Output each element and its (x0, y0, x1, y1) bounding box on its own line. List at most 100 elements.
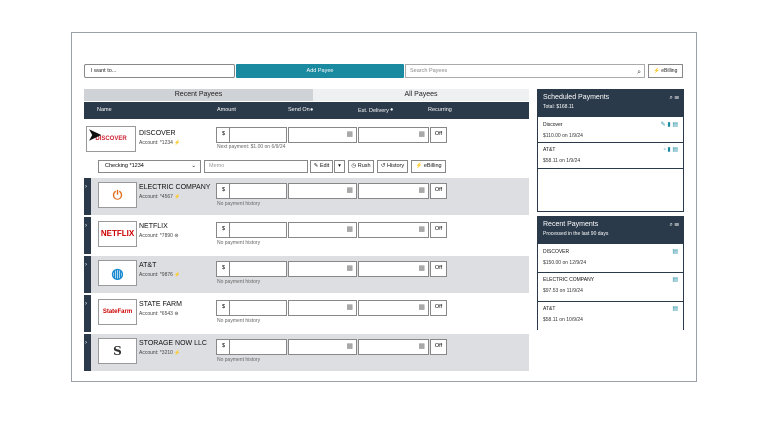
edit-button[interactable]: ✎ Edit (310, 160, 333, 173)
row-expand-bar[interactable]: › (84, 217, 91, 254)
recurring-toggle[interactable]: Off (430, 300, 447, 316)
scheduled-item[interactable]: Discover $110.00 on 1/9/24 ✎ ▮ ▤ (538, 118, 683, 143)
edit-delete-icons[interactable]: ✎ ▮ ▤ (661, 121, 678, 128)
recurring-toggle[interactable]: Off (430, 222, 447, 238)
row-expand-bar[interactable]: › (84, 256, 91, 293)
calendar-icon[interactable]: ▦ (418, 303, 425, 311)
globe-icon: ◍ (111, 265, 124, 281)
ebilling-label: eBilling (661, 68, 678, 74)
info-icon[interactable]: ● (310, 107, 313, 113)
calendar-icon[interactable]: ▦ (346, 225, 353, 233)
storage-logo: S (98, 338, 137, 364)
payee-row[interactable]: › ◍ AT&T Account: *9876 ⚡ $ ▦ ▦ Off No p… (84, 256, 529, 293)
recent-title: Recent Payments (543, 221, 599, 228)
send-on-date-input[interactable]: ▦ (288, 300, 357, 316)
recurring-toggle[interactable]: Off (430, 339, 447, 355)
recent-item-detail: $97.53 on 11/9/24 (543, 288, 583, 294)
payee-name[interactable]: DISCOVER (139, 130, 176, 137)
receipt-icon[interactable]: ▤ (672, 276, 678, 283)
calendar-icon[interactable]: ▦ (418, 186, 425, 194)
send-on-date-input[interactable]: ▦ (288, 127, 357, 143)
ebill-icon: ⚡ (174, 350, 181, 356)
ebilling-label: eBilling (423, 163, 442, 169)
payee-row[interactable]: › StateFarm STATE FARM Account: *6543 ⊜ … (84, 295, 529, 332)
receipt-icon[interactable]: ▤ (672, 305, 678, 312)
delivery-date-input[interactable]: ▦ (358, 127, 429, 143)
calendar-icon[interactable]: ▦ (346, 342, 353, 350)
amount-input[interactable] (229, 183, 287, 199)
delivery-date-input[interactable]: ▦ (358, 261, 429, 277)
amount-input[interactable] (229, 261, 287, 277)
i-want-to-dropdown[interactable]: I want to... (84, 64, 235, 78)
recurring-toggle[interactable]: Off (430, 261, 447, 277)
search-menu-icons[interactable]: ⌕ ☰ (669, 95, 679, 102)
receipt-icon[interactable]: ▤ (672, 248, 678, 255)
calendar-icon[interactable]: ▦ (418, 225, 425, 233)
row-expand-bar[interactable]: › (84, 334, 91, 371)
payee-row[interactable]: › ⏻ ELECTRIC COMPANY Account: *4567 ⚡ $ … (84, 178, 529, 215)
send-on-date-input[interactable]: ▦ (288, 222, 357, 238)
recent-item[interactable]: ELECTRIC COMPANY $97.53 on 11/9/24 ▤ (538, 273, 683, 302)
scheduled-total: Total: $168.11 (543, 104, 575, 110)
payee-name[interactable]: NETFLIX (139, 223, 168, 230)
delivery-date-input[interactable]: ▦ (358, 300, 429, 316)
amount-input[interactable] (229, 339, 287, 355)
info-icon[interactable]: ● (390, 107, 393, 113)
send-on-date-input[interactable]: ▦ (288, 339, 357, 355)
payee-name[interactable]: ELECTRIC COMPANY (139, 184, 210, 191)
send-on-date-input[interactable]: ▦ (288, 183, 357, 199)
recurring-toggle[interactable]: Off (430, 127, 447, 143)
calendar-icon[interactable]: ▦ (346, 303, 353, 311)
memo-input[interactable]: Memo (204, 160, 308, 173)
recent-item[interactable]: DISCOVER $150.00 on 12/9/24 ▤ (538, 245, 683, 273)
payee-name[interactable]: STATE FARM (139, 301, 182, 308)
add-payee-button[interactable]: Add Payee (236, 64, 404, 78)
search-placeholder: Search Payees (410, 68, 448, 74)
search-menu-icons[interactable]: ⌕ ☰ (669, 222, 679, 229)
calendar-icon[interactable]: ▦ (418, 130, 425, 138)
search-icon[interactable]: ⌕ (637, 67, 641, 79)
amount-input[interactable] (229, 222, 287, 238)
amount-input[interactable] (229, 300, 287, 316)
send-on-date-input[interactable]: ▦ (288, 261, 357, 277)
delivery-date-input[interactable]: ▦ (358, 339, 429, 355)
edit-menu-chevron[interactable]: ▾ (334, 160, 345, 173)
recent-item[interactable]: AT&T $58.11 on 10/9/24 ▤ (538, 302, 683, 330)
calendar-icon[interactable]: ▦ (418, 342, 425, 350)
payee-account: Account: *7890 ⊜ (139, 233, 179, 239)
payee-account-text: Account: *7890 (139, 233, 173, 239)
search-payees-input[interactable]: Search Payees ⌕ (405, 64, 645, 78)
history-button[interactable]: ↺ History (377, 160, 408, 173)
delivery-date-input[interactable]: ▦ (358, 222, 429, 238)
col-amount: Amount (217, 107, 236, 113)
ebilling-row-button[interactable]: ⚡ eBilling (411, 160, 446, 173)
delivery-date-input[interactable]: ▦ (358, 183, 429, 199)
chevron-right-icon: › (85, 262, 87, 268)
row-expand-bar[interactable]: › (84, 178, 91, 215)
tab-recent-payees[interactable]: Recent Payees (84, 89, 313, 101)
payee-row[interactable]: › S STORAGE NOW LLC Account: *3210 ⚡ $ ▦… (84, 334, 529, 371)
clock-icon: ◷ (351, 163, 357, 169)
recent-subtitle: Processed in the last 90 days (543, 231, 609, 237)
payee-row[interactable]: › NETFLIX NETFLIX Account: *7890 ⊜ $ ▦ ▦… (84, 217, 529, 254)
calendar-icon[interactable]: ▦ (346, 264, 353, 272)
funding-account-select[interactable]: Checking *1234 ⌄ (98, 160, 201, 173)
row-expand-bar[interactable]: › (84, 295, 91, 332)
payee-account-text: Account: *4567 (139, 194, 173, 200)
edit-delete-icons[interactable]: ▫ ▮ ▤ (664, 146, 678, 153)
tab-all-payees[interactable]: All Payees (313, 89, 529, 101)
calendar-icon[interactable]: ▦ (346, 186, 353, 194)
rush-button[interactable]: ◷ Rush (348, 160, 374, 173)
scheduled-item-name: AT&T (543, 147, 556, 153)
payee-name[interactable]: STORAGE NOW LLC (139, 340, 207, 347)
calendar-icon[interactable]: ▦ (418, 264, 425, 272)
ebilling-button[interactable]: ⚡ eBilling (648, 64, 683, 78)
recurring-toggle[interactable]: Off (430, 183, 447, 199)
scheduled-item[interactable]: AT&T $58.11 on 1/9/24 ▫ ▮ ▤ (538, 143, 683, 169)
calendar-icon[interactable]: ▦ (346, 130, 353, 138)
payee-name[interactable]: AT&T (139, 262, 156, 269)
payee-account-text: Account: *1234 (139, 140, 173, 146)
amount-input[interactable] (229, 127, 287, 143)
scheduled-item-detail: $58.11 on 1/9/24 (543, 158, 581, 164)
payment-history-text: No payment history (217, 201, 261, 207)
